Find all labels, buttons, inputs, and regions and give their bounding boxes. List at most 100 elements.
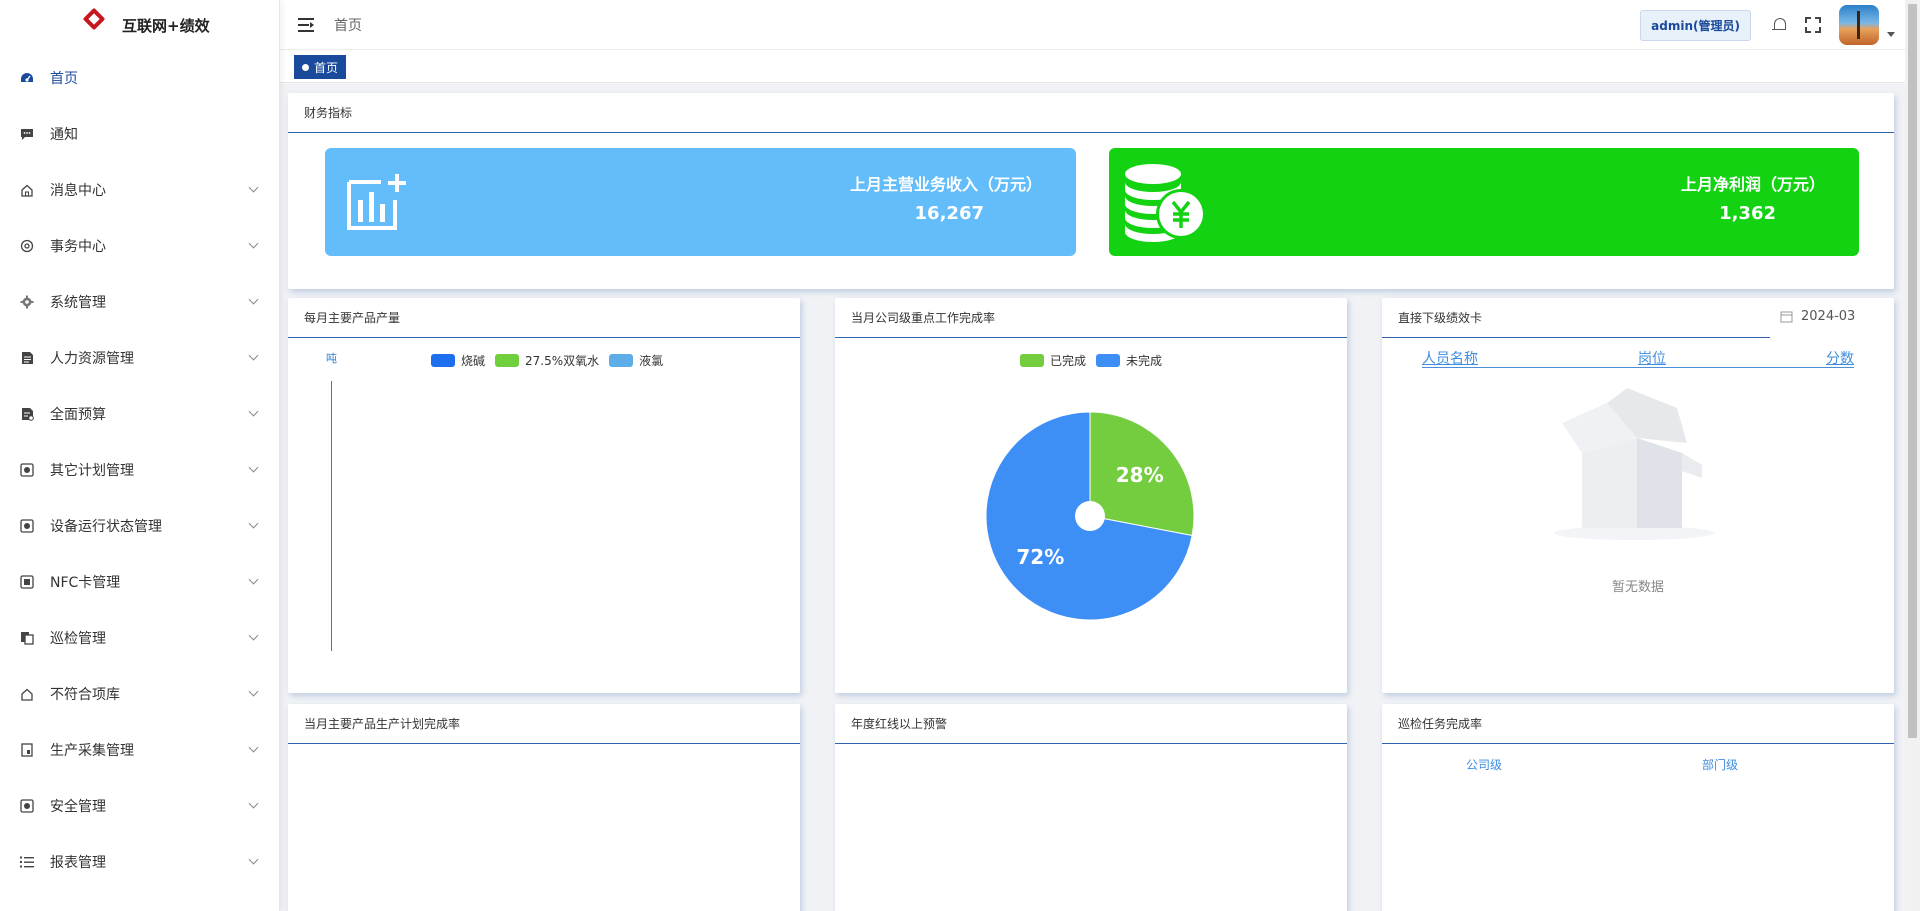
legend-item[interactable]: 已完成 — [1050, 352, 1086, 369]
pie-data-label: 72% — [1016, 545, 1064, 569]
sidebar-item-hr[interactable]: 人力资源管理 — [0, 330, 279, 386]
chevron-down-icon — [248, 238, 259, 249]
sidebar-item-label: 首页 — [50, 71, 78, 87]
fullscreen-icon[interactable] — [1805, 17, 1821, 33]
chevron-down-icon — [248, 574, 259, 585]
sidebar-item-inspection[interactable]: 巡检管理 — [0, 610, 279, 666]
revenue-label: 上月主营业务收入（万元） — [849, 175, 1042, 194]
legend-swatch[interactable] — [431, 354, 455, 367]
legend-item[interactable]: 液氯 — [639, 352, 663, 369]
budget-doc-icon — [20, 407, 34, 421]
scrollbar-thumb[interactable] — [1908, 4, 1917, 738]
calendar-icon — [1780, 311, 1793, 323]
collect-icon — [20, 743, 34, 757]
sidebar-item-notice[interactable]: 通知 — [0, 106, 279, 162]
tags-bar: 首页 — [280, 50, 1905, 83]
legend-swatch[interactable] — [495, 354, 520, 367]
sidebar-item-label: 系统管理 — [50, 295, 106, 311]
top-header: 首页 admin(管理员) — [280, 0, 1905, 50]
safety-icon — [20, 799, 34, 813]
sidebar-menu: 首页 通知 消息中心 事务中心 系统管理 人力资源管理 全面预算 其它计划管理 … — [0, 50, 279, 890]
sidebar-item-safety[interactable]: 安全管理 — [0, 778, 279, 834]
profit-kpi[interactable]: 上月净利润（万元） 1,362 — [1109, 148, 1859, 256]
sidebar-item-label: 全面预算 — [50, 407, 106, 423]
logo[interactable]: 互联网+绩效 — [0, 0, 279, 50]
breadcrumb[interactable]: 首页 — [334, 15, 362, 35]
tag-home[interactable]: 首页 — [294, 55, 347, 79]
finance-card: 财务指标 上月主营业务收入（万元） 16,267 上月净利润（万元） 1,362 — [288, 93, 1894, 289]
avatar[interactable] — [1839, 5, 1879, 45]
tab-department-level[interactable]: 部门级 — [1702, 756, 1738, 773]
legend-swatch[interactable] — [609, 354, 634, 367]
sidebar-item-system[interactable]: 系统管理 — [0, 274, 279, 330]
chevron-down-icon — [248, 742, 259, 753]
home-icon — [20, 183, 34, 197]
sidebar-item-nonconformity[interactable]: 不符合项库 — [0, 666, 279, 722]
sidebar-item-home[interactable]: 首页 — [0, 50, 279, 106]
sidebar-item-message-center[interactable]: 消息中心 — [0, 162, 279, 218]
pie-center-hole — [1075, 501, 1105, 531]
sidebar-item-label: NFC卡管理 — [50, 575, 121, 591]
message-icon — [20, 127, 34, 141]
sidebar-item-label: 巡检管理 — [50, 631, 106, 647]
chevron-down-icon — [248, 686, 259, 697]
sidebar-item-label: 设备运行状态管理 — [50, 519, 162, 535]
card-title: 当月主要产品生产计划完成率 — [288, 704, 800, 744]
output-card: 每月主要产品产量 吨 烧碱 27.5%双氧水 液氯 — [288, 298, 800, 693]
page-scrollbar[interactable] — [1905, 0, 1920, 911]
revenue-kpi[interactable]: 上月主营业务收入（万元） 16,267 — [325, 148, 1076, 256]
plan-card: 当月主要产品生产计划完成率 — [288, 704, 800, 911]
legend-item[interactable]: 27.5%双氧水 — [525, 352, 599, 369]
month-picker[interactable]: 2024-03 — [1780, 309, 1855, 324]
column-header[interactable]: 人员名称 — [1422, 348, 1478, 367]
device-icon — [20, 519, 34, 533]
list-icon — [20, 855, 34, 869]
chevron-down-icon — [248, 630, 259, 641]
chevron-down-icon — [248, 854, 259, 865]
sidebar: 互联网+绩效 首页 通知 消息中心 事务中心 系统管理 人力资源管理 全面预算 … — [0, 0, 280, 911]
card-title: 直接下级绩效卡 — [1382, 298, 1770, 338]
sidebar-item-reports[interactable]: 报表管理 — [0, 834, 279, 890]
sidebar-item-device-status[interactable]: 设备运行状态管理 — [0, 498, 279, 554]
bar-chart-add-icon — [347, 174, 406, 230]
legend-item[interactable]: 烧碱 — [461, 352, 485, 369]
document-icon — [20, 351, 34, 365]
profit-value: 1,362 — [1719, 203, 1776, 224]
main-content: 财务指标 上月主营业务收入（万元） 16,267 上月净利润（万元） 1,362… — [280, 84, 1905, 911]
card-title: 财务指标 — [288, 93, 1894, 133]
column-header[interactable]: 岗位 — [1638, 348, 1666, 367]
bell-icon[interactable] — [1771, 17, 1787, 33]
gear-icon — [20, 295, 34, 309]
copy-icon — [20, 631, 34, 645]
redline-card: 年度红线以上预警 — [835, 704, 1347, 911]
app-title: 互联网+绩效 — [122, 16, 210, 35]
sidebar-item-budget[interactable]: 全面预算 — [0, 386, 279, 442]
nfc-icon — [20, 575, 34, 589]
user-role-button[interactable]: admin(管理员) — [1640, 9, 1751, 41]
sidebar-item-label: 消息中心 — [50, 183, 106, 199]
menu-toggle-icon[interactable] — [298, 17, 314, 32]
sidebar-item-label: 生产采集管理 — [50, 743, 134, 759]
sidebar-item-label: 人力资源管理 — [50, 351, 134, 367]
sidebar-item-label: 其它计划管理 — [50, 463, 134, 479]
sidebar-item-nfc[interactable]: NFC卡管理 — [0, 554, 279, 610]
legend-swatch[interactable] — [1020, 354, 1044, 367]
y-axis-line — [331, 381, 332, 651]
sidebar-item-label: 不符合项库 — [50, 687, 120, 703]
sidebar-item-other-plan[interactable]: 其它计划管理 — [0, 442, 279, 498]
output-legend: 烧碱 27.5%双氧水 液氯 — [421, 352, 663, 369]
sidebar-item-task-center[interactable]: 事务中心 — [0, 218, 279, 274]
revenue-value: 16,267 — [914, 203, 984, 224]
caret-down-icon[interactable] — [1887, 31, 1895, 37]
completion-pie-chart[interactable]: 28% 72% — [980, 408, 1200, 628]
legend-item[interactable]: 未完成 — [1126, 352, 1162, 369]
legend-swatch[interactable] — [1096, 354, 1121, 367]
tab-company-level[interactable]: 公司级 — [1466, 756, 1502, 773]
chevron-down-icon — [248, 462, 259, 473]
company-logo-icon — [80, 7, 108, 41]
column-header[interactable]: 分数 — [1826, 348, 1854, 367]
empty-text: 暂无数据 — [1611, 580, 1664, 595]
chevron-down-icon — [248, 406, 259, 417]
sidebar-item-label: 通知 — [50, 127, 78, 143]
sidebar-item-production-collect[interactable]: 生产采集管理 — [0, 722, 279, 778]
